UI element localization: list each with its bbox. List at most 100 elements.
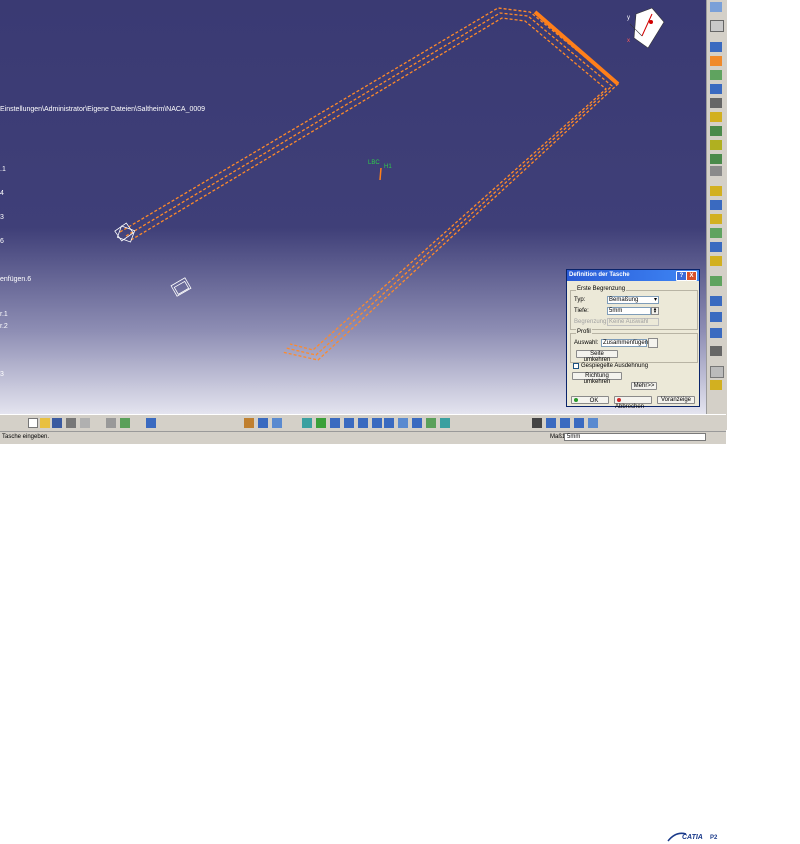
ok-button[interactable]: OK [571,396,609,404]
remove-loft-icon[interactable] [710,166,722,176]
cut-icon[interactable] [80,418,90,428]
depth-label: Tiefe: [574,308,589,314]
groove-icon[interactable] [710,84,722,94]
selection-input[interactable]: Zusammenfügen.6 [601,339,653,347]
profile-group: Profil Auswahl: Zusammenfügen.6 Seite um… [570,329,698,363]
pad-icon[interactable] [710,42,722,52]
status-bar: Tasche eingeben. Maß1 5mm [0,431,726,444]
shaft-icon[interactable] [710,70,722,80]
undo-icon[interactable] [120,418,130,428]
swap-space-icon[interactable] [440,418,450,428]
ok-icon [574,398,578,402]
mirrored-label: Gespiegelte Ausdehnung [581,363,649,369]
copy-icon[interactable] [106,418,116,428]
thickness-icon[interactable] [710,242,722,252]
translate-icon[interactable] [710,296,722,306]
open-icon[interactable] [40,418,50,428]
preview-button[interactable]: Voranzeige [657,396,695,404]
tree-item-4[interactable]: 6 [0,238,4,245]
tree-item-2[interactable]: 4 [0,190,4,197]
update-icon[interactable] [532,418,542,428]
measure-icon[interactable] [546,418,556,428]
svg-text:P2: P2 [710,835,718,841]
tree-item-7[interactable]: r.2 [0,323,8,330]
tree-item-8[interactable]: 3 [0,371,4,378]
chevron-down-icon: ▾ [653,297,657,303]
hide-show-icon[interactable] [426,418,436,428]
catia-logo: CATIA P2 [667,832,718,842]
help-icon[interactable] [146,418,156,428]
iso-view-icon[interactable] [398,418,408,428]
cancel-button[interactable]: Abbrechen [614,396,652,410]
fillet-icon[interactable] [710,186,722,196]
zoom-in-icon[interactable] [358,418,368,428]
close-button[interactable]: X [686,271,697,281]
knowledge-icon[interactable] [272,418,282,428]
stiffener-icon[interactable] [710,140,722,150]
first-limit-title: Erste Begrenzung [576,286,627,292]
pocket-profile-preview [119,7,619,361]
shading-icon[interactable] [412,418,422,428]
limit-label: Begrenzung: [574,319,609,325]
bottom-toolbar: CATIA P2 [0,414,726,842]
loft-icon[interactable] [710,154,722,164]
split-icon[interactable] [710,276,722,286]
save-icon[interactable] [52,418,62,428]
chamfer-icon[interactable] [710,200,722,210]
fit-all-icon[interactable] [316,418,326,428]
plane-icon[interactable] [710,366,724,378]
slot-icon[interactable] [710,126,722,136]
constraint-icon[interactable] [560,418,570,428]
material-icon[interactable] [588,418,598,428]
draft-icon[interactable] [710,214,722,224]
more-button[interactable]: Mehr>> [631,382,657,390]
zoom-out-icon[interactable] [372,418,382,428]
pan-icon[interactable] [330,418,340,428]
table-icon[interactable] [258,418,268,428]
selected-edge [533,10,620,86]
profile-title: Profil [576,329,592,335]
tree-item-3[interactable]: 3 [0,214,4,221]
axis-icon[interactable] [710,380,722,390]
selection-label: Auswahl: [574,340,599,346]
compass-x-label: x [627,38,630,44]
rotate-icon[interactable] [344,418,354,428]
shell-icon[interactable] [710,228,722,238]
sketch-edit-icon[interactable] [648,338,658,348]
new-icon[interactable] [28,418,38,428]
pocket-icon[interactable] [710,56,722,66]
anchor-icon[interactable] [574,418,584,428]
cancel-button-label: Abbrechen [615,404,645,410]
tree-item-1[interactable]: .1 [0,166,6,173]
tree-item-6[interactable]: r.1 [0,311,8,318]
formula-icon[interactable] [244,418,254,428]
compass-y-label: y [627,15,630,21]
tree-item-5[interactable]: enfügen.6 [0,276,31,283]
normal-view-icon[interactable] [384,418,394,428]
reverse-direction-button[interactable]: Richtung umkehren [572,372,622,385]
fly-icon[interactable] [302,418,312,428]
dialog-title-bar[interactable]: Definition der Tasche ? X [567,270,699,281]
mirrored-checkbox[interactable] [573,363,579,369]
svg-text:CATIA: CATIA [682,834,703,841]
type-select-value: Bemaßung [609,297,639,303]
axis-origin-label: LBC [368,160,380,166]
sketch-icon[interactable] [710,20,724,32]
scaling-icon[interactable] [710,346,722,356]
type-select[interactable]: Bemaßung ▾ [607,296,659,304]
mirror-icon[interactable] [710,312,722,322]
status-text: Tasche eingeben. [2,434,50,440]
dimension-input[interactable]: 5mm [564,433,706,441]
depth-spinner[interactable]: ▴ ▾ [651,307,659,315]
reverse-side-button[interactable]: Seite umkehren [576,350,618,363]
thread-icon[interactable] [710,256,722,266]
rib-icon[interactable] [710,112,722,122]
hole-icon[interactable] [710,98,722,108]
print-icon[interactable] [66,418,76,428]
depth-input[interactable]: 5mm [607,307,651,315]
compass[interactable] [629,7,665,49]
type-label: Typ: [574,297,586,303]
limit-input: Keine Auswahl [607,318,659,326]
select-icon[interactable] [710,2,722,12]
pattern-icon[interactable] [710,328,722,338]
